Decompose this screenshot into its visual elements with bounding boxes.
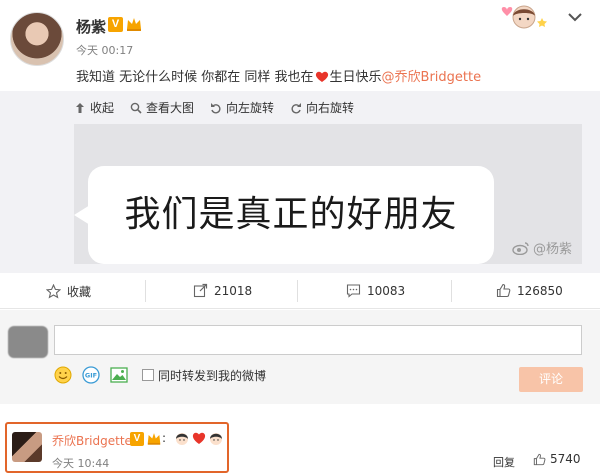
sync-repost-checkbox[interactable] (142, 369, 154, 381)
thumbs-up-icon (533, 453, 546, 465)
zoom-icon (130, 102, 142, 114)
comment-reply-link[interactable]: 回复 (493, 454, 515, 470)
favorite-button[interactable]: 收藏 (46, 283, 91, 300)
comment-count: 10083 (367, 283, 406, 298)
crown-icon (127, 18, 141, 31)
like-count: 126850 (517, 283, 563, 298)
sync-repost-label[interactable]: 同时转发到我的微博 (158, 367, 266, 384)
girl-emoji-icon (176, 433, 188, 445)
view-large-button[interactable]: 查看大图 (130, 99, 194, 116)
comment-colon: : (162, 431, 167, 445)
comment-input[interactable] (54, 325, 582, 355)
image-watermark: @杨紫 (512, 238, 572, 257)
star-icon (46, 284, 61, 299)
view-large-label: 查看大图 (146, 101, 195, 115)
comment-icon (346, 284, 361, 298)
my-avatar (8, 326, 48, 358)
divider (145, 280, 146, 302)
media-toolbar: 收起 查看大图 向左旋转 向右旋转 (74, 99, 354, 116)
rotate-left-label: 向左旋转 (226, 101, 275, 115)
repost-count: 21018 (214, 283, 253, 298)
heart-icon (315, 71, 328, 82)
image-icon[interactable] (110, 366, 128, 384)
post-time[interactable]: 今天 00:17 (76, 42, 133, 58)
svg-text:GIF: GIF (85, 372, 97, 380)
girl-emoji-icon (210, 433, 222, 445)
repost-icon (193, 283, 208, 298)
mention-link[interactable]: @乔欣Bridgette (382, 70, 482, 85)
favorite-label: 收藏 (67, 285, 92, 299)
comment-like-button[interactable]: 5740 (533, 452, 581, 466)
author-name[interactable]: 杨紫 (76, 16, 106, 37)
rotate-left-icon (211, 102, 221, 114)
collapse-label: 收起 (90, 101, 115, 115)
verified-badge: V (108, 17, 123, 32)
divider (297, 280, 298, 302)
chevron-down-icon[interactable] (568, 12, 582, 22)
comment-like-count: 5740 (550, 452, 581, 466)
image-caption-text: 我们是真正的好朋友 (124, 194, 458, 235)
post-text: 我知道 无论什么时候 你都在 同样 我也在 生日快乐@乔欣Bridgette (76, 66, 481, 85)
decorative-sticker (501, 5, 547, 29)
comment-time: 今天 10:44 (52, 457, 110, 470)
watermark-text: @杨紫 (533, 242, 573, 257)
commenter-verified-badge: V (130, 432, 144, 446)
divider (451, 280, 452, 302)
rotate-left-button[interactable]: 向左旋转 (210, 99, 274, 116)
repost-button[interactable]: 21018 (193, 283, 252, 298)
rotate-right-button[interactable]: 向右旋转 (290, 99, 354, 116)
collapse-icon (76, 102, 84, 113)
weibo-logo-icon (512, 241, 529, 255)
author-avatar[interactable] (10, 12, 64, 66)
rotate-right-label: 向右旋转 (306, 101, 355, 115)
thumbs-up-icon (496, 283, 511, 298)
rotate-right-icon (291, 102, 302, 114)
gif-icon[interactable]: GIF (82, 366, 100, 384)
commenter-avatar[interactable] (12, 432, 42, 462)
post-text-birthday: 生日快乐 (329, 70, 382, 85)
commenter-name[interactable]: 乔欣Bridgette (52, 432, 132, 449)
heart-icon (192, 432, 206, 444)
like-button[interactable]: 126850 (496, 283, 563, 298)
collapse-button[interactable]: 收起 (74, 99, 114, 116)
post-text-main: 我知道 无论什么时候 你都在 同样 我也在 (76, 70, 314, 85)
comment-button[interactable]: 10083 (346, 283, 405, 298)
smiley-icon[interactable] (54, 366, 72, 384)
submit-comment-button[interactable]: 评论 (519, 367, 583, 392)
crown-icon (147, 433, 161, 445)
